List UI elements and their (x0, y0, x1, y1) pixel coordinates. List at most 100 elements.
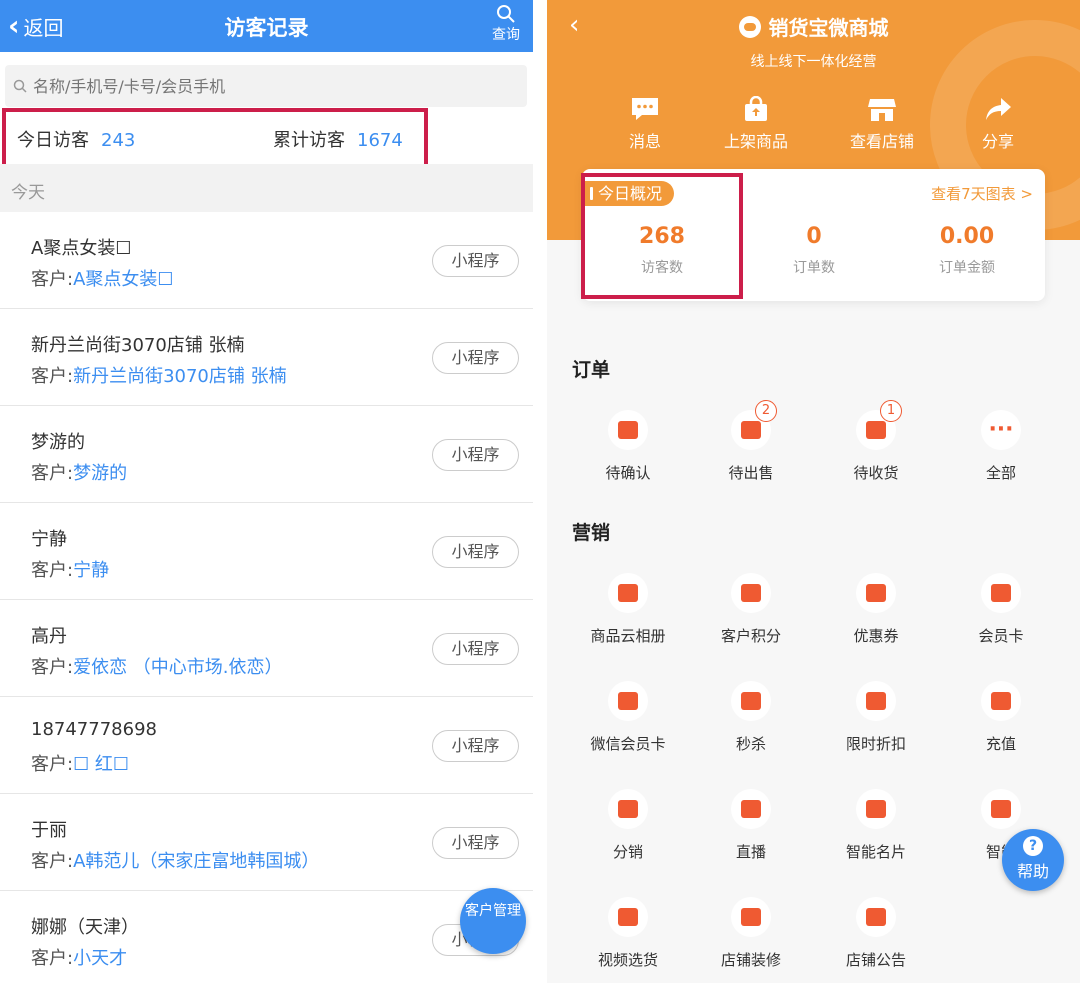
grid-item[interactable]: ··· 全部 (939, 410, 1063, 483)
announcement-icon (856, 897, 896, 937)
customer-management-button[interactable]: 客户管理 (460, 888, 526, 954)
grid-item-label: 店铺公告 (845, 951, 906, 969)
action-view-store[interactable]: 查看店铺 (827, 96, 937, 152)
action-label: 查看店铺 (849, 132, 914, 151)
customer-prefix: 客户: (31, 851, 74, 872)
member-card-icon (981, 573, 1021, 613)
grid-item[interactable]: 智能名片 (814, 789, 938, 862)
visitor-list: A聚点女装☐ 客户:A聚点女装☐ 小程序 新丹兰尚街3070店铺 张楠 客户:新丹兰尚街… (0, 212, 533, 983)
action-list-product[interactable]: 上架商品 (701, 96, 811, 152)
customer-management-label: 客户管理 (465, 903, 521, 919)
mini-program-tag[interactable]: 小程序 (432, 342, 519, 374)
mall-logo-icon (738, 15, 761, 38)
customer-name[interactable]: A韩范儿（宋家庄富地韩国城） (73, 851, 319, 872)
visitor-row[interactable]: A聚点女装☐ 客户:A聚点女装☐ 小程序 (0, 212, 533, 309)
visitor-row[interactable]: 娜娜（天津）客户:小天才小程序 (0, 891, 533, 983)
grid-item[interactable]: 秒杀 (689, 681, 813, 754)
mini-program-tag[interactable]: 小程序 (432, 730, 519, 762)
metric-label: 订单金额 (939, 260, 995, 276)
icon-glyph (618, 800, 638, 818)
visitor-row[interactable]: 于丽 客户:A韩范儿（宋家庄富地韩国城） 小程序 (0, 794, 533, 891)
visitor-customer: 客户:新丹兰尚街3070店铺 张楠 (31, 362, 287, 388)
limited-discount-icon (856, 681, 896, 721)
orders-section-title: 订单 (572, 359, 611, 381)
help-button[interactable]: ? 帮助 (1002, 829, 1064, 891)
search-input[interactable] (33, 76, 473, 96)
grid-item-label: 店铺装修 (720, 951, 781, 969)
today-visitors: 今日访客 243 (17, 126, 135, 152)
today-overview-card: 今日概况 查看7天图表 > 268 访客数 0 订单数 0.00 订单金额 (582, 169, 1045, 301)
icon-glyph (741, 908, 761, 926)
grid-item[interactable]: 直播 (689, 789, 813, 862)
customer-name[interactable]: A聚点女装☐ (73, 269, 173, 290)
grid-item[interactable]: 店铺装修 (689, 897, 813, 970)
customer-name[interactable]: 新丹兰尚街3070店铺 张楠 (73, 366, 287, 387)
mall-title-text: 销货宝微商城 (768, 16, 889, 40)
visitor-row[interactable]: 新丹兰尚街3070店铺 张楠 客户:新丹兰尚街3070店铺 张楠 小程序 (0, 309, 533, 406)
customer-name[interactable]: 小天才 (73, 948, 127, 969)
icon-glyph (618, 908, 638, 926)
metric-label: 订单数 (793, 260, 835, 276)
visitor-name: A聚点女装☐ (31, 238, 132, 259)
grid-item-label: 待确认 (605, 464, 651, 482)
visitor-row[interactable]: 高丹 客户:爱依恋 （中心市场.依恋） 小程序 (0, 600, 533, 697)
mini-program-tag[interactable]: 小程序 (432, 439, 519, 471)
grid-item[interactable]: 2 待出售 (689, 400, 813, 483)
coupon-icon (856, 573, 896, 613)
grid-item[interactable]: 优惠券 (814, 573, 938, 646)
grid-item-label: 商品云相册 (590, 627, 666, 645)
customer-name[interactable]: ☐ 红☐ (73, 754, 129, 775)
grid-item[interactable]: 会员卡 (939, 573, 1063, 646)
customer-name[interactable]: 宁静 (73, 560, 109, 581)
grid-item[interactable]: 1 待收货 (814, 400, 938, 483)
visitor-name: 梦游的 (31, 432, 85, 453)
icon-glyph (991, 692, 1011, 710)
mini-program-tag[interactable]: 小程序 (432, 536, 519, 568)
question-icon: ? (1023, 836, 1043, 856)
customer-name[interactable]: 梦游的 (73, 463, 127, 484)
marketing-section-title: 营销 (572, 522, 611, 544)
visitor-customer: 客户:☐ 红☐ (31, 750, 129, 776)
search-box[interactable] (5, 65, 527, 107)
visitor-row[interactable]: 梦游的 客户:梦游的 小程序 (0, 406, 533, 503)
visitor-row[interactable]: 18747778698 客户:☐ 红☐ 小程序 (0, 697, 533, 794)
today-overview-badge: 今日概况 (582, 181, 675, 206)
grid-item[interactable]: 微信会员卡 (566, 681, 690, 754)
mall-dashboard-screen: ‹ 销货宝微商城 线上线下一体化经营 消息 上架商品 查看店铺 分享 今日概况 … (547, 0, 1080, 983)
grid-item[interactable]: 商品云相册 (566, 573, 690, 646)
icon-glyph (741, 584, 761, 602)
grid-item-label: 会员卡 (978, 627, 1024, 645)
count-badge: 1 (880, 400, 902, 422)
view-7-day-chart-link[interactable]: 查看7天图表 > (931, 183, 1033, 204)
wechat-card-icon (608, 681, 648, 721)
share-icon (986, 98, 1011, 120)
action-share[interactable]: 分享 (943, 96, 1053, 152)
grid-item[interactable]: 待确认 (566, 410, 690, 483)
customer-prefix: 客户: (31, 754, 74, 775)
query-label: 查询 (492, 27, 520, 43)
grid-item[interactable]: 充值 (939, 681, 1063, 754)
icon-glyph (991, 800, 1011, 818)
mini-program-tag[interactable]: 小程序 (432, 827, 519, 859)
page-title: 访客记录 (224, 16, 309, 40)
visitor-stats: 今日访客 243 累计访客 1674 (0, 112, 533, 164)
customer-name[interactable]: 爱依恋 （中心市场.依恋） (73, 657, 282, 678)
visitor-customer: 客户:梦游的 (31, 459, 127, 485)
mini-program-tag[interactable]: 小程序 (432, 245, 519, 277)
grid-item-label: 待收货 (853, 464, 899, 482)
mini-program-tag[interactable]: 小程序 (432, 633, 519, 665)
metric-order-amount: 0.00 订单金额 (892, 224, 1042, 277)
section-header-today: 今天 (0, 164, 533, 212)
visitor-row[interactable]: 宁静 客户:宁静 小程序 (0, 503, 533, 600)
grid-item[interactable]: 店铺公告 (814, 897, 938, 970)
grid-item-label: 分销 (612, 843, 643, 861)
dots-glyph: ··· (988, 417, 1014, 442)
action-message[interactable]: 消息 (590, 96, 700, 152)
help-label: 帮助 (1016, 862, 1049, 881)
grid-item[interactable]: 限时折扣 (814, 681, 938, 754)
icon-glyph (741, 421, 761, 439)
grid-item[interactable]: 客户积分 (689, 573, 813, 646)
grid-item[interactable]: 分销 (566, 789, 690, 862)
query-button[interactable]: 查询 (489, 4, 523, 44)
grid-item[interactable]: 视频选货 (566, 897, 690, 970)
